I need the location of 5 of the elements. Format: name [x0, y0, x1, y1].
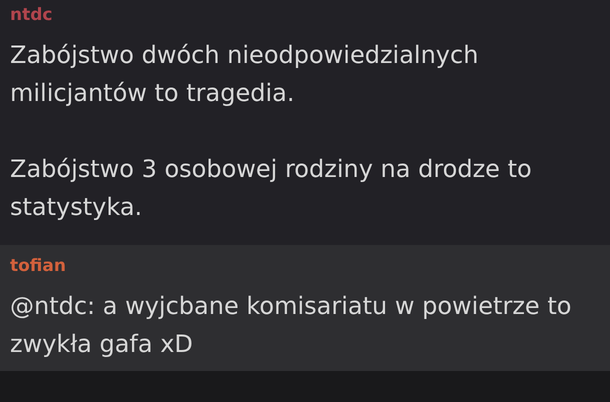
comment-text: @ntdc: a wyjcbane komisariatu w powietrze to zwykła gafa xD — [10, 291, 572, 360]
comment-text: Zabójstwo dwóch nieodpowiedzialnych milicjantów to tragedia. — [10, 40, 480, 109]
comment-author[interactable]: ntdc — [10, 2, 600, 28]
comment-text: Zabójstwo 3 osobowej rodziny na drodze to statystyka. — [10, 154, 533, 223]
comment-author[interactable]: tofian — [10, 253, 600, 279]
